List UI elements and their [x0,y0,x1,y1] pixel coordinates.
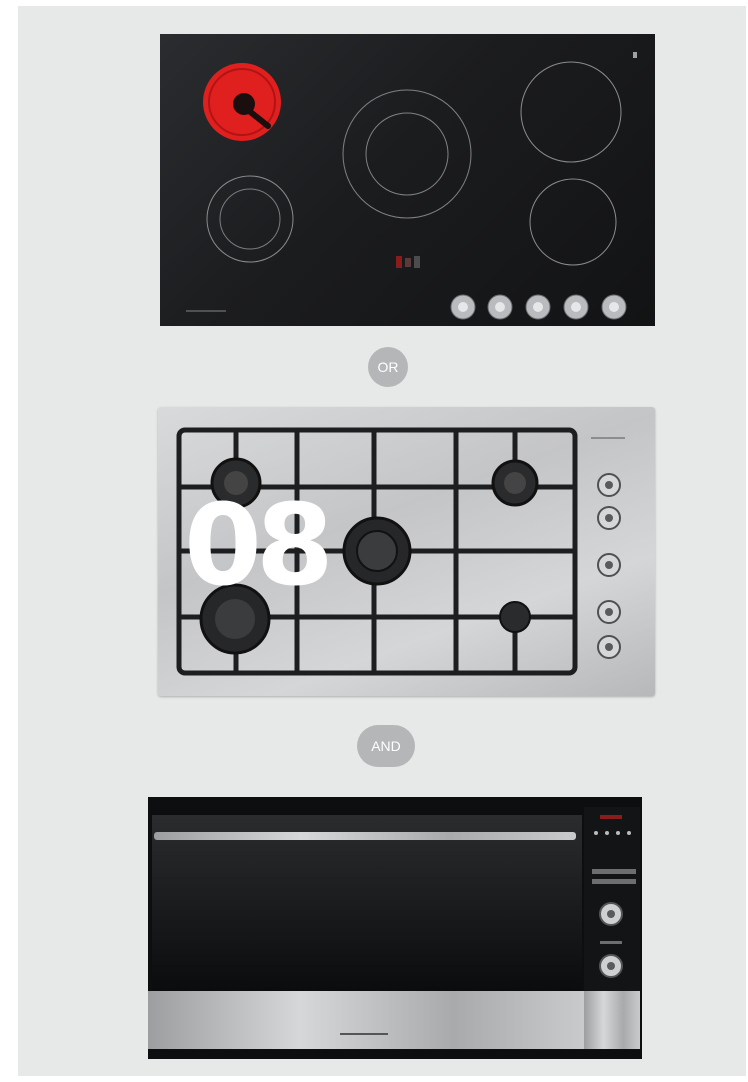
knob-cap [607,962,615,970]
indicator-icon [633,52,637,58]
section-number: 08 [184,481,334,611]
burner-cap [356,530,398,572]
oven-door-glass [152,815,582,991]
ceramic-cooktop-image [160,34,655,326]
control-panel-steel [584,991,640,1049]
knob-cap [458,302,468,312]
cooking-zone-inner-icon [365,112,449,196]
and-separator-badge: AND [357,725,415,767]
button-icon [616,831,620,835]
display-segment [405,258,411,267]
button-icon [594,831,598,835]
oven-drawer-panel [148,991,584,1049]
knob-cap [609,302,619,312]
cooking-zone-icon [342,89,472,219]
display-segment [414,256,420,268]
knob-cap [605,514,613,522]
function-icons [592,879,636,884]
brand-mark [591,437,625,439]
knob-cap [605,481,613,489]
knob-cap [495,302,505,312]
cooking-zone-icon [520,61,622,163]
clock-display [600,815,622,819]
cooking-zone-icon [529,178,617,266]
temp-label-mark [600,941,622,944]
knob-cap [533,302,543,312]
button-icon [605,831,609,835]
burner-cap [504,472,526,494]
cooking-zone-inner-icon [219,188,281,250]
brand-mark [186,310,226,312]
knob-cap [607,910,615,918]
knob-cap [571,302,581,312]
knob-row [450,294,627,320]
oven-door-handle [154,832,576,840]
function-icons [592,869,636,874]
knob-cap [605,608,613,616]
knob-column [597,473,621,659]
oven-drawing [148,797,642,1059]
gas-burner-icon [499,601,531,633]
brand-mark [340,1033,388,1035]
display-segment [396,256,402,268]
ceramic-cooktop-drawing [186,52,637,320]
knob-cap [605,643,613,651]
oven-image [148,797,642,1059]
or-separator-badge: OR [368,347,408,387]
button-icon [627,831,631,835]
knob-cap [605,561,613,569]
